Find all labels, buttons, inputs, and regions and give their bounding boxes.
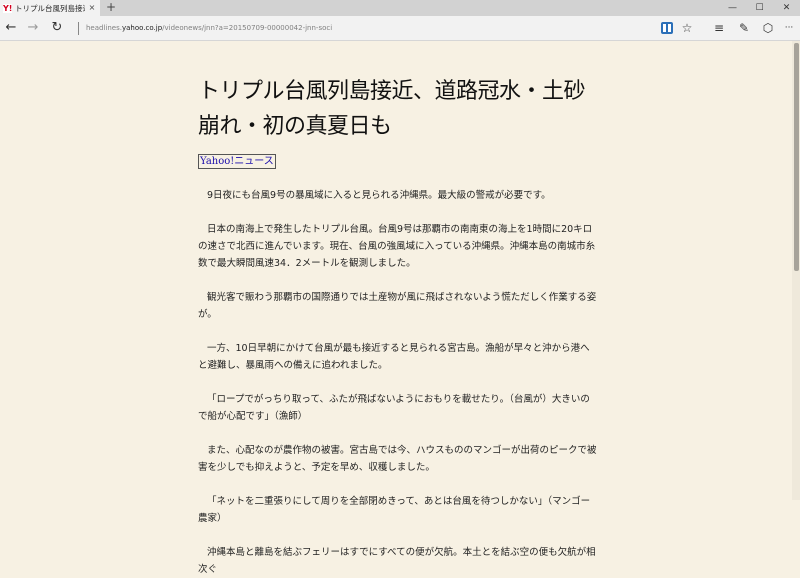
maximize-button[interactable]: ☐: [746, 0, 773, 16]
window-controls: — ☐ ✕: [719, 0, 800, 16]
article-paragraph: 沖縄本島と離島を結ぶフェリーはすでにすべての便が欠航。本土とを結ぶ空の便も欠航が…: [198, 547, 596, 575]
navigation-bar: ← → ↻ headlines.yahoo.co.jp/videonews/jn…: [0, 16, 800, 41]
new-tab-button[interactable]: +: [104, 0, 118, 16]
url-domain: yahoo.co.jp: [121, 24, 163, 32]
address-bar[interactable]: headlines.yahoo.co.jp/videonews/jnn?a=20…: [86, 22, 332, 35]
article-paragraph: また、心配なのが農作物の被害。宮古島では今、ハウスもののマンゴーが出荷のピークで…: [198, 445, 597, 473]
article-paragraph: 9日夜にも台風9号の暴風域に入ると見られる沖縄県。最大級の警戒が必要です。: [207, 190, 551, 201]
url-path: /videonews/jnn?a=20150709-00000042-jnn-s…: [162, 24, 333, 32]
reading-view-article: トリプル台風列島接近、道路冠水・土砂崩れ・初の真夏日も Yahoo!ニュース 9…: [198, 41, 598, 578]
more-icon[interactable]: ···: [780, 19, 798, 37]
tab-strip: Y! トリプル台風列島接近、道 × + — ☐ ✕: [0, 0, 800, 16]
article-paragraph: 一方、10日早朝にかけて台風が最も接近すると見られる宮古島。漁船が早々と沖から港…: [198, 343, 590, 371]
forward-button[interactable]: →: [24, 19, 42, 37]
article-paragraph: 日本の南海上で発生したトリプル台風。台風9号は那覇市の南南東の海上を1時間に20…: [198, 224, 596, 269]
scroll-thumb[interactable]: [794, 43, 799, 271]
url-prefix: headlines.: [86, 24, 122, 32]
yahoo-favicon-icon: Y!: [3, 3, 13, 13]
scrollbar[interactable]: [792, 41, 800, 500]
hub-icon[interactable]: ≡: [710, 19, 728, 37]
address-divider: [78, 22, 79, 35]
tab-title: トリプル台風列島接近、道: [15, 3, 85, 13]
back-button[interactable]: ←: [2, 19, 20, 37]
share-icon[interactable]: ⬡: [759, 19, 777, 37]
close-window-button[interactable]: ✕: [773, 0, 800, 16]
favorite-star-icon[interactable]: ☆: [678, 19, 696, 37]
source-link[interactable]: Yahoo!ニュース: [198, 154, 276, 169]
minimize-button[interactable]: —: [719, 0, 746, 16]
reading-view-icon[interactable]: [661, 22, 673, 34]
article-paragraph: 「ロープでがっちり取って、ふたが飛ばないようにおもりを載せたり。（台風が）大きい…: [198, 394, 590, 422]
refresh-button[interactable]: ↻: [48, 19, 66, 37]
article-paragraph: 観光客で賑わう那覇市の国際通りでは土産物が風に飛ばされないよう慌ただしく作業する…: [198, 292, 597, 320]
browser-tab[interactable]: Y! トリプル台風列島接近、道 ×: [0, 0, 100, 16]
article-headline: トリプル台風列島接近、道路冠水・土砂崩れ・初の真夏日も: [198, 79, 586, 139]
article-paragraph: 「ネットを二重張りにして周りを全部閉めきって、あとは台風を待つしかない」（マンゴ…: [198, 496, 591, 524]
web-note-icon[interactable]: ✎: [735, 19, 753, 37]
tab-close-icon[interactable]: ×: [87, 2, 97, 14]
